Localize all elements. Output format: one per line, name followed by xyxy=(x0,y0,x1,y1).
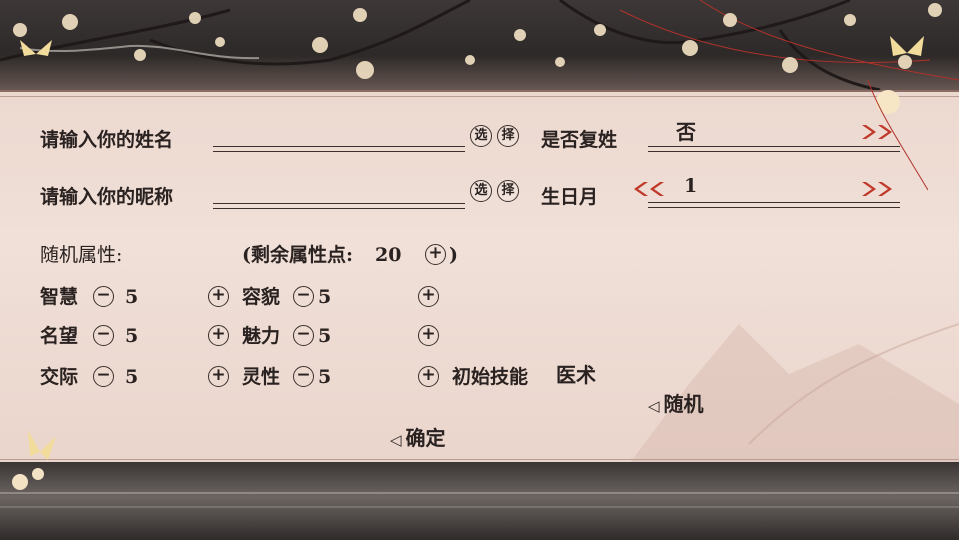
attribute-looks-value: 5 xyxy=(318,286,332,308)
select-surname-button[interactable]: 选 xyxy=(470,125,492,147)
top-decoration xyxy=(0,0,959,92)
remaining-points-prefix: (剩余属性点: xyxy=(242,244,354,266)
butterfly-icon xyxy=(20,40,52,56)
attribute-social-value: 5 xyxy=(125,366,139,388)
minus-icon[interactable]: − xyxy=(293,325,314,346)
double-chevron-left-icon[interactable] xyxy=(628,179,666,199)
butterfly-icon xyxy=(12,430,56,490)
nickname-label: 请输入你的昵称 xyxy=(40,186,174,208)
attribute-social-label: 交际 xyxy=(40,366,79,388)
plus-icon[interactable]: + xyxy=(208,366,229,387)
attribute-charm-label: 魅力 xyxy=(242,325,281,347)
birth-month-label: 生日月 xyxy=(541,186,599,208)
butterfly-icon xyxy=(890,36,924,56)
triangle-left-icon: ◁ xyxy=(390,431,402,449)
attribute-spirit-value: 5 xyxy=(318,366,332,388)
select-nickname-button[interactable]: 选 xyxy=(470,180,492,202)
plus-icon[interactable]: + xyxy=(208,286,229,307)
birth-month-field xyxy=(648,202,900,208)
name-label: 请输入你的姓名 xyxy=(40,129,174,151)
plus-icon[interactable]: + xyxy=(208,325,229,346)
initial-skill-label: 初始技能 xyxy=(452,366,529,388)
minus-icon[interactable]: − xyxy=(93,286,114,307)
random-attributes-label: 随机属性: xyxy=(40,244,123,266)
remaining-points-value: 20 xyxy=(375,244,402,266)
plum-blossom-icon xyxy=(867,80,928,191)
compound-surname-label: 是否复姓 xyxy=(541,129,618,151)
minus-icon[interactable]: − xyxy=(93,366,114,387)
attribute-wisdom-value: 5 xyxy=(125,286,139,308)
attribute-looks-label: 容貌 xyxy=(242,286,281,308)
plus-icon[interactable]: + xyxy=(418,286,439,307)
minus-icon[interactable]: − xyxy=(293,286,314,307)
attribute-fame-label: 名望 xyxy=(40,325,79,347)
bottom-decoration xyxy=(0,430,959,540)
initial-skill-value: 医术 xyxy=(556,363,596,387)
confirm-button[interactable]: ◁ 确定 xyxy=(390,426,446,452)
confirm-button-label: 确定 xyxy=(405,426,446,450)
game-screen: 请输入你的姓名 选 择 是否复姓 否 请输入你的昵称 选 择 生日月 1 随机属… xyxy=(0,0,959,540)
name-input[interactable] xyxy=(213,146,465,152)
mountain-decoration xyxy=(629,323,959,464)
compound-surname-value: 否 xyxy=(676,120,696,144)
attribute-charm-value: 5 xyxy=(318,325,332,347)
remaining-points-suffix: ) xyxy=(449,244,458,266)
attribute-spirit-label: 灵性 xyxy=(242,366,281,388)
birth-month-value: 1 xyxy=(684,175,698,197)
attribute-wisdom-label: 智慧 xyxy=(40,286,79,308)
random-button-label: 随机 xyxy=(663,392,704,416)
select-surname-button-2[interactable]: 择 xyxy=(497,125,519,147)
attribute-fame-value: 5 xyxy=(125,325,139,347)
triangle-left-icon: ◁ xyxy=(648,397,660,415)
select-nickname-button-2[interactable]: 择 xyxy=(497,180,519,202)
plum-branch-decoration xyxy=(0,0,959,92)
nickname-input[interactable] xyxy=(213,203,465,209)
plus-icon[interactable]: + xyxy=(418,366,439,387)
random-button[interactable]: ◁ 随机 xyxy=(648,392,704,418)
plus-icon[interactable]: + xyxy=(425,244,446,265)
minus-icon[interactable]: − xyxy=(93,325,114,346)
minus-icon[interactable]: − xyxy=(293,366,314,387)
plus-icon[interactable]: + xyxy=(418,325,439,346)
